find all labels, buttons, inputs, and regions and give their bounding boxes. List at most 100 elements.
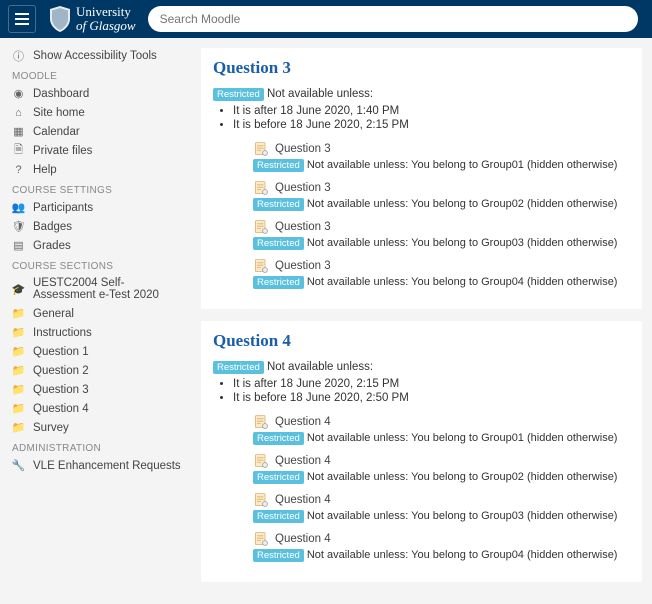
activity-restriction: Restricted Not available unless: You bel…: [253, 549, 630, 562]
sidebar: ⓘShow Accessibility Tools MOODLE ◉Dashbo…: [0, 38, 197, 604]
restriction-message: Not available unless: You belong to Grou…: [304, 198, 618, 210]
search-box[interactable]: [148, 6, 638, 32]
folder-icon: 📁: [12, 421, 25, 434]
condition-item: It is before 18 June 2020, 2:50 PM: [233, 392, 630, 404]
activity: Question 4: [253, 492, 630, 508]
home-icon: ⌂: [12, 106, 25, 119]
condition-item: It is before 18 June 2020, 2:15 PM: [233, 119, 630, 131]
activity-name: Question 3: [275, 182, 331, 194]
activity-restriction: Restricted Not available unless: You bel…: [253, 432, 630, 445]
activity-link[interactable]: Question 4: [253, 531, 630, 547]
quiz-icon: [253, 180, 269, 196]
activity: Question 3: [253, 180, 630, 196]
activity-restriction: Restricted Not available unless: You bel…: [253, 510, 630, 523]
folder-icon: 📁: [12, 307, 25, 320]
condition-item: It is after 18 June 2020, 1:40 PM: [233, 105, 630, 117]
graduation-icon: 🎓: [12, 283, 25, 296]
sidebar-sitehome[interactable]: ⌂Site home: [0, 103, 197, 122]
condition-list: It is after 18 June 2020, 2:15 PM It is b…: [233, 378, 630, 404]
users-icon: 👥: [12, 201, 25, 214]
wrench-icon: 🔧: [12, 459, 25, 472]
activity-name: Question 4: [275, 533, 331, 545]
activity-link[interactable]: Question 3: [253, 258, 630, 274]
sidebar-q4[interactable]: 📁Question 4: [0, 399, 197, 418]
restricted-badge: Restricted: [253, 198, 304, 211]
calendar-icon: ▦: [12, 125, 25, 138]
quiz-icon: [253, 492, 269, 508]
grades-icon: ▤: [12, 239, 25, 252]
activity-link[interactable]: Question 3: [253, 141, 630, 157]
activity-restriction: Restricted Not available unless: You bel…: [253, 159, 630, 172]
activity-restriction: Restricted Not available unless: You bel…: [253, 276, 630, 289]
availability-text: Not available unless:: [264, 361, 373, 373]
search-input[interactable]: [160, 12, 626, 26]
restricted-badge: Restricted: [253, 276, 304, 289]
sidebar-accessibility[interactable]: ⓘShow Accessibility Tools: [0, 46, 197, 65]
condition-item: It is after 18 June 2020, 2:15 PM: [233, 378, 630, 390]
logo[interactable]: Universityof Glasgow: [48, 5, 136, 34]
activity-name: Question 3: [275, 221, 331, 233]
sidebar-survey[interactable]: 📁Survey: [0, 418, 197, 437]
restricted-badge: Restricted: [253, 471, 304, 484]
sidebar-participants[interactable]: 👥Participants: [0, 198, 197, 217]
activity-link[interactable]: Question 3: [253, 180, 630, 196]
restriction-message: Not available unless: You belong to Grou…: [304, 237, 618, 249]
activity-restriction: Restricted Not available unless: You bel…: [253, 237, 630, 250]
sidebar-course[interactable]: 🎓UESTC2004 Self-Assessment e-Test 2020: [0, 274, 197, 304]
sidebar-head-settings: COURSE SETTINGS: [0, 179, 197, 198]
activity-link[interactable]: Question 4: [253, 492, 630, 508]
restricted-badge: Restricted: [253, 237, 304, 250]
sidebar-dashboard[interactable]: ◉Dashboard: [0, 84, 197, 103]
sidebar-grades[interactable]: ▤Grades: [0, 236, 197, 255]
restriction-message: Not available unless: You belong to Grou…: [304, 432, 618, 444]
restricted-badge: Restricted: [253, 549, 304, 562]
main-content: Question 3 Restricted Not available unles…: [197, 38, 652, 604]
activity-link[interactable]: Question 4: [253, 453, 630, 469]
activity-link[interactable]: Question 3: [253, 219, 630, 235]
section-card: Question 4 Restricted Not available unles…: [201, 321, 642, 582]
sidebar-head-admin: ADMINISTRATION: [0, 437, 197, 456]
quiz-icon: [253, 258, 269, 274]
sidebar-instructions[interactable]: 📁Instructions: [0, 323, 197, 342]
sidebar-private[interactable]: 🗎Private files: [0, 141, 197, 160]
quiz-icon: [253, 219, 269, 235]
sidebar-help[interactable]: ?Help: [0, 160, 197, 179]
activity-restriction: Restricted Not available unless: You bel…: [253, 198, 630, 211]
activity-link[interactable]: Question 4: [253, 414, 630, 430]
menu-toggle[interactable]: [8, 5, 36, 33]
activity: Question 3: [253, 219, 630, 235]
activity: Question 4: [253, 453, 630, 469]
restriction-message: Not available unless: You belong to Grou…: [304, 471, 618, 483]
activity: Question 4: [253, 414, 630, 430]
restricted-badge: Restricted: [253, 510, 304, 523]
info-icon: ⓘ: [12, 49, 25, 62]
restriction-message: Not available unless: You belong to Grou…: [304, 276, 618, 288]
help-icon: ?: [12, 163, 25, 176]
quiz-icon: [253, 531, 269, 547]
sidebar-q1[interactable]: 📁Question 1: [0, 342, 197, 361]
restriction-message: Not available unless: You belong to Grou…: [304, 549, 618, 561]
restricted-badge: Restricted: [253, 432, 304, 445]
sidebar-vle[interactable]: 🔧VLE Enhancement Requests: [0, 456, 197, 475]
gauge-icon: ◉: [12, 87, 25, 100]
folder-icon: 📁: [12, 326, 25, 339]
condition-list: It is after 18 June 2020, 1:40 PM It is b…: [233, 105, 630, 131]
folder-icon: 📁: [12, 402, 25, 415]
section-title[interactable]: Question 3: [213, 58, 630, 78]
section-title[interactable]: Question 4: [213, 331, 630, 351]
sidebar-q3[interactable]: 📁Question 3: [0, 380, 197, 399]
sidebar-calendar[interactable]: ▦Calendar: [0, 122, 197, 141]
sidebar-q2[interactable]: 📁Question 2: [0, 361, 197, 380]
restricted-badge: Restricted: [253, 159, 304, 172]
activity: Question 3: [253, 141, 630, 157]
activity-name: Question 4: [275, 416, 331, 428]
activity-name: Question 4: [275, 494, 331, 506]
section-card: Question 3 Restricted Not available unles…: [201, 48, 642, 309]
logo-line1: University: [76, 5, 136, 19]
sidebar-general[interactable]: 📁General: [0, 304, 197, 323]
restricted-badge: Restricted: [213, 88, 264, 101]
badge-icon: 🛡: [12, 220, 25, 233]
activity: Question 3: [253, 258, 630, 274]
quiz-icon: [253, 141, 269, 157]
sidebar-badges[interactable]: 🛡Badges: [0, 217, 197, 236]
